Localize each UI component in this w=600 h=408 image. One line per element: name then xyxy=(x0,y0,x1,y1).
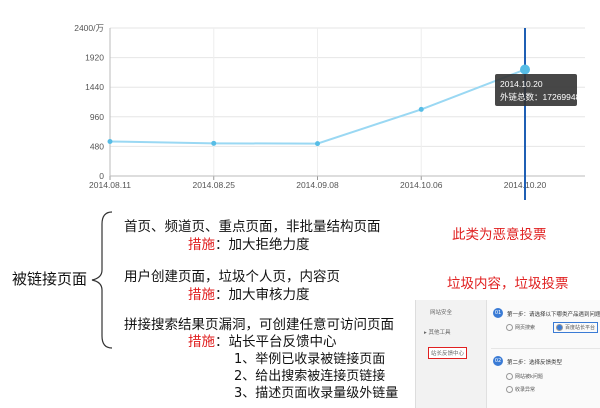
data-point[interactable] xyxy=(211,140,217,146)
step-1-option: 网页搜索 xyxy=(506,324,535,331)
tooltip-value-label: 外链总数： xyxy=(500,92,543,102)
radio-icon xyxy=(506,386,513,393)
group-3-measure: 措施：站长平台反馈中心 xyxy=(188,330,337,350)
measure-text: ：加大拒绝力度 xyxy=(215,237,310,253)
y-tick-label: 2400/万 xyxy=(74,23,104,33)
data-point[interactable] xyxy=(315,141,320,147)
tooltip-value: 17269948 xyxy=(543,92,581,102)
line-chart: 0480960144019202400/万2014.08.11 2014.08.2… xyxy=(74,23,585,200)
group-1-line: 首页、频道页、重点页面，非批量结构页面 xyxy=(124,219,381,235)
group-2-measure: 措施：加大审核力度 xyxy=(188,283,310,303)
thumbnail-sidebar-item: 网站安全 xyxy=(430,310,453,316)
sub-item-3: 3、描述页面收录量级外链量 xyxy=(234,386,399,401)
step-2-option: 网站被k问题 xyxy=(506,373,543,380)
radio-icon xyxy=(556,324,563,331)
red-note-spam-content: 垃圾内容，垃圾投票 xyxy=(447,276,569,292)
step-2-option: 收录异常 xyxy=(506,386,535,393)
data-point[interactable] xyxy=(418,106,424,112)
x-tick-label: 2014.09.08 xyxy=(296,180,339,190)
step-2-option-label: 网站被k问题 xyxy=(515,374,543,380)
chart-tooltip: 2014.10.20 外链总数：17269948 xyxy=(495,74,581,106)
step-2-option-label: 收录异常 xyxy=(515,387,536,393)
step-2-number: 02 xyxy=(493,356,503,366)
data-point-highlighted[interactable] xyxy=(520,64,530,75)
annotation-root-label: 被链接页面 xyxy=(12,270,88,288)
group-2-line: 用户创建页面，垃圾个人页，内容页 xyxy=(124,269,340,285)
tooltip-value-line: 外链总数：17269948 xyxy=(500,92,581,102)
y-tick-label: 1440 xyxy=(85,82,104,92)
radio-icon xyxy=(506,373,513,380)
thumbnail-divider xyxy=(491,348,600,349)
measure-text: ：加大审核力度 xyxy=(215,287,310,303)
step-1-option-selected: 百度站长平台 xyxy=(553,322,599,333)
step-1-text: 第一步：请选择以下哪类产品遇到问题 xyxy=(507,312,600,318)
x-tick-label: 2014.08.25 xyxy=(192,180,235,190)
x-tick-label: 2014.10.06 xyxy=(400,180,443,190)
series-points xyxy=(107,64,530,147)
radio-icon xyxy=(506,324,513,331)
y-tick-label: 480 xyxy=(90,141,104,151)
y-tick-label: 960 xyxy=(90,112,104,122)
measure-label: 措施 xyxy=(188,334,215,350)
step-2-text: 第二步：选择反馈类型 xyxy=(507,360,563,366)
tooltip-date: 2014.10.20 xyxy=(500,79,543,89)
thumbnail-sidebar: 网站安全 ▸ 其他工具 站长反馈中心 xyxy=(416,300,487,408)
step-1-option-label: 网页搜索 xyxy=(515,325,536,331)
red-note-malicious-vote: 此类为恶意投票 xyxy=(452,227,547,243)
measure-label: 措施 xyxy=(188,287,215,303)
annotation-brace xyxy=(91,211,113,349)
step-1-number: 01 xyxy=(493,308,503,318)
thumbnail-sidebar-item-active: 站长反馈中心 xyxy=(428,347,468,359)
y-tick-label: 1920 xyxy=(85,53,104,63)
thumbnail-sidebar-item: ▸ 其他工具 xyxy=(424,328,451,336)
feedback-center-thumbnail: 网站安全 ▸ 其他工具 站长反馈中心 01 第一步：请选择以下哪类产品遇到问题 … xyxy=(415,300,600,408)
step-1-option-label: 百度站长平台 xyxy=(565,325,596,331)
thumbnail-sidebar-label: 其他工具 xyxy=(428,330,451,336)
x-tick-label: 2014.08.11 xyxy=(89,180,131,190)
chart-axes: 0480960144019202400/万2014.08.11 2014.08.2… xyxy=(74,23,585,190)
data-point[interactable] xyxy=(107,138,113,144)
group-1-measure: 措施：加大拒绝力度 xyxy=(188,233,310,253)
brace-path xyxy=(91,211,113,349)
measure-label: 措施 xyxy=(188,237,215,253)
